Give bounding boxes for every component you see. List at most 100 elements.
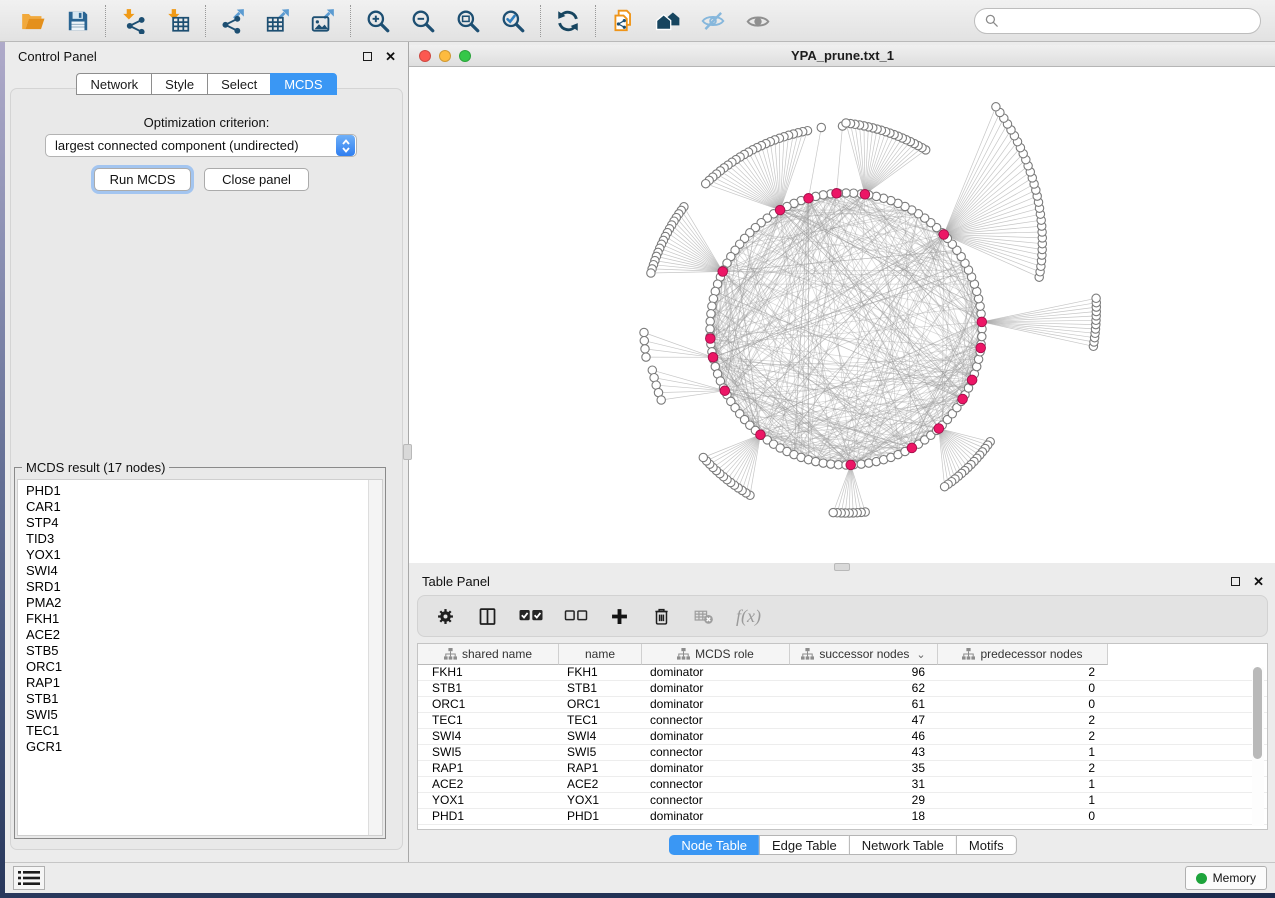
select-all-checks-button[interactable] — [519, 604, 543, 628]
mcds-result-item[interactable]: STB5 — [26, 643, 382, 659]
refresh-layout-button[interactable] — [554, 7, 582, 35]
mcds-result-item[interactable]: SWI4 — [26, 563, 382, 579]
delete-column-button[interactable] — [651, 606, 672, 627]
mcds-result-item[interactable]: YOX1 — [26, 547, 382, 563]
float-panel-icon[interactable] — [363, 52, 372, 61]
float-table-panel-icon[interactable] — [1231, 577, 1240, 586]
first-neighbors-icon — [655, 8, 681, 34]
table-row[interactable]: SWI5SWI5connector431 — [418, 745, 1267, 761]
export-network-button[interactable] — [219, 7, 247, 35]
mcds-result-item[interactable]: STP4 — [26, 515, 382, 531]
main-toolbar — [0, 0, 1275, 42]
mcds-result-item[interactable]: RAP1 — [26, 675, 382, 691]
close-panel-button[interactable]: Close panel — [204, 168, 309, 191]
table-row[interactable]: PHD1PHD1dominator180 — [418, 809, 1267, 825]
memory-button[interactable]: Memory — [1185, 866, 1267, 890]
mcds-result-item[interactable]: GCR1 — [26, 739, 382, 755]
mcds-result-item[interactable]: TID3 — [26, 531, 382, 547]
mcds-result-item[interactable]: STB1 — [26, 691, 382, 707]
horizontal-splitter-handle[interactable] — [834, 563, 850, 571]
window-zoom-light[interactable] — [459, 50, 471, 62]
network-window-titlebar[interactable]: YPA_prune.txt_1 — [409, 45, 1275, 67]
settings-gear-button[interactable] — [435, 606, 456, 627]
cell-MCDS-role: dominator — [642, 729, 790, 744]
tab-motifs[interactable]: Motifs — [956, 835, 1017, 855]
import-network-button[interactable] — [119, 7, 147, 35]
zoom-out-button[interactable] — [409, 7, 437, 35]
first-neighbors-button[interactable] — [654, 7, 682, 35]
task-history-button[interactable] — [13, 866, 45, 890]
add-column-button[interactable] — [609, 606, 630, 627]
tab-network-table[interactable]: Network Table — [849, 835, 956, 855]
export-table-button[interactable] — [264, 7, 292, 35]
mcds-result-item[interactable]: FKH1 — [26, 611, 382, 627]
tab-network[interactable]: Network — [76, 73, 151, 95]
cell-MCDS-role: dominator — [642, 665, 790, 680]
vertical-splitter-handle[interactable] — [403, 444, 412, 460]
import-table-button[interactable] — [164, 7, 192, 35]
table-scrollbar-thumb[interactable] — [1253, 667, 1262, 759]
zoom-fit-button[interactable] — [454, 7, 482, 35]
table-row[interactable]: STB1STB1dominator620 — [418, 681, 1267, 697]
column-layout-button[interactable] — [477, 606, 498, 627]
table-row[interactable]: ORC1ORC1dominator610 — [418, 697, 1267, 713]
mcds-result-item[interactable]: CAR1 — [26, 499, 382, 515]
table-row[interactable]: RAP1RAP1dominator352 — [418, 761, 1267, 777]
tab-select[interactable]: Select — [207, 73, 270, 95]
table-row[interactable]: FKH1FKH1dominator962 — [418, 665, 1267, 681]
table-header-row: shared namenameMCDS rolesuccessor nodes⌄… — [418, 644, 1267, 665]
run-mcds-button[interactable]: Run MCDS — [94, 168, 191, 191]
mcds-result-item[interactable]: SWI5 — [26, 707, 382, 723]
table-row[interactable]: ACE2ACE2connector311 — [418, 777, 1267, 793]
control-panel-title: Control Panel — [18, 49, 97, 64]
column-header-predecessor-nodes[interactable]: predecessor nodes — [938, 644, 1108, 665]
hide-selected-button[interactable] — [699, 7, 727, 35]
search-input[interactable] — [1004, 13, 1251, 28]
table-scrollbar[interactable] — [1252, 667, 1264, 826]
mcds-result-item[interactable]: ACE2 — [26, 627, 382, 643]
show-all-button[interactable] — [744, 7, 772, 35]
column-header-MCDS-role[interactable]: MCDS role — [642, 644, 790, 665]
cell-MCDS-role: dominator — [642, 761, 790, 776]
export-table-icon — [265, 8, 291, 34]
close-table-panel-icon[interactable]: ✕ — [1253, 575, 1264, 588]
window-minimize-light[interactable] — [439, 50, 451, 62]
duplicate-network-button[interactable] — [609, 7, 637, 35]
window-close-light[interactable] — [419, 50, 431, 62]
tab-mcds[interactable]: MCDS — [270, 73, 336, 95]
mcds-result-item[interactable]: TEC1 — [26, 723, 382, 739]
export-image-button[interactable] — [309, 7, 337, 35]
column-header-successor-nodes[interactable]: successor nodes⌄ — [790, 644, 938, 665]
mcds-result-item[interactable]: ORC1 — [26, 659, 382, 675]
column-header-shared-name[interactable]: shared name — [418, 644, 559, 665]
mcds-list-scrollbar[interactable] — [368, 480, 382, 835]
tab-node-table[interactable]: Node Table — [668, 835, 759, 855]
column-header-name[interactable]: name — [559, 644, 642, 665]
network-window-title: YPA_prune.txt_1 — [791, 48, 894, 63]
table-row[interactable]: TEC1TEC1connector472 — [418, 713, 1267, 729]
save-session-button[interactable] — [64, 7, 92, 35]
close-panel-icon[interactable]: ✕ — [385, 50, 396, 63]
mcds-result-item[interactable]: SRD1 — [26, 579, 382, 595]
table-row[interactable]: YOX1YOX1connector291 — [418, 793, 1267, 809]
mcds-result-item[interactable]: PMA2 — [26, 595, 382, 611]
cell-name: TEC1 — [559, 713, 642, 728]
org-chart-icon — [677, 648, 690, 660]
network-canvas[interactable] — [409, 67, 1275, 562]
zoom-in-button[interactable] — [364, 7, 392, 35]
tab-edge-table[interactable]: Edge Table — [759, 835, 849, 855]
tab-style[interactable]: Style — [151, 73, 207, 95]
cell-successor-nodes: 47 — [790, 713, 938, 728]
network-view — [409, 67, 1275, 562]
zoom-selected-button[interactable] — [499, 7, 527, 35]
deselect-all-checks-button[interactable] — [564, 604, 588, 628]
open-file-icon — [20, 8, 46, 34]
table-row[interactable]: SWI4SWI4dominator462 — [418, 729, 1267, 745]
org-chart-icon — [962, 648, 975, 660]
criterion-value: largest connected component (undirected) — [46, 138, 336, 153]
mcds-result-item[interactable]: PHD1 — [26, 483, 382, 499]
node-table: shared namenameMCDS rolesuccessor nodes⌄… — [417, 643, 1268, 830]
refresh-layout-icon — [555, 8, 581, 34]
criterion-dropdown[interactable]: largest connected component (undirected) — [45, 134, 357, 157]
open-file-button[interactable] — [19, 7, 47, 35]
